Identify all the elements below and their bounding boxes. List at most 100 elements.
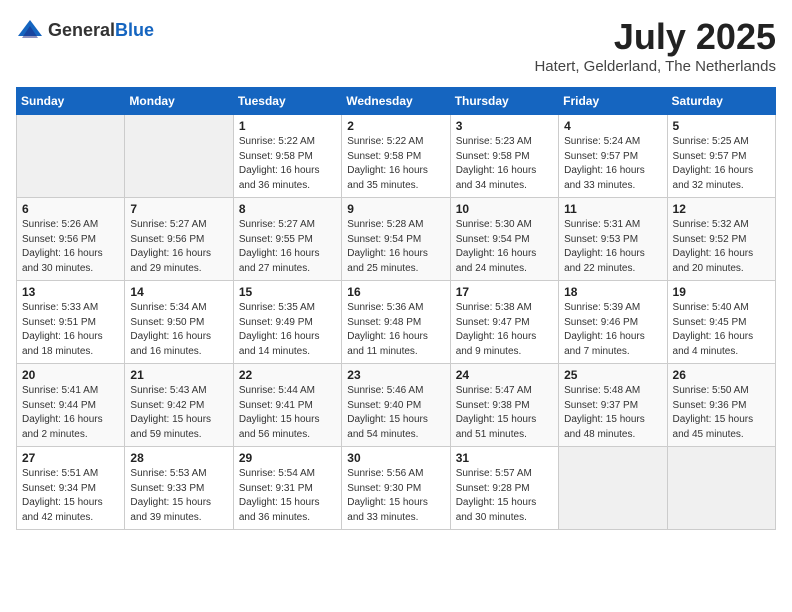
day-cell: 18 Sunrise: 5:39 AM Sunset: 9:46 PM Dayli… — [559, 281, 667, 364]
day-number: 19 — [673, 285, 770, 299]
day-number: 2 — [347, 119, 444, 133]
day-number: 11 — [564, 202, 661, 216]
day-cell: 2 Sunrise: 5:22 AM Sunset: 9:58 PM Daylig… — [342, 115, 450, 198]
day-number: 14 — [130, 285, 227, 299]
day-number: 30 — [347, 451, 444, 465]
day-cell: 6 Sunrise: 5:26 AM Sunset: 9:56 PM Daylig… — [17, 198, 125, 281]
day-cell: 19 Sunrise: 5:40 AM Sunset: 9:45 PM Dayli… — [667, 281, 775, 364]
weekday-thursday: Thursday — [450, 88, 558, 115]
day-detail: Sunrise: 5:24 AM Sunset: 9:57 PM Dayligh… — [564, 135, 661, 193]
day-number: 28 — [130, 451, 227, 465]
day-cell: 14 Sunrise: 5:34 AM Sunset: 9:50 PM Dayli… — [125, 281, 233, 364]
day-cell: 25 Sunrise: 5:48 AM Sunset: 9:37 PM Dayli… — [559, 364, 667, 447]
day-number: 3 — [456, 119, 553, 133]
title-block: July 2025 Hatert, Gelderland, The Nether… — [534, 16, 776, 75]
logo: GeneralBlue — [16, 16, 154, 44]
day-cell: 21Sunrise: 5:43 AM Sunset: 9:42 PM Dayli… — [125, 364, 233, 447]
month-title: July 2025 — [534, 16, 776, 58]
day-cell: 5 Sunrise: 5:25 AM Sunset: 9:57 PM Daylig… — [667, 115, 775, 198]
day-detail: Sunrise: 5:25 AM Sunset: 9:57 PM Dayligh… — [673, 135, 770, 193]
week-row-2: 6 Sunrise: 5:26 AM Sunset: 9:56 PM Daylig… — [17, 198, 776, 281]
day-cell: 8 Sunrise: 5:27 AM Sunset: 9:55 PM Daylig… — [233, 198, 341, 281]
day-cell: 10 Sunrise: 5:30 AM Sunset: 9:54 PM Dayli… — [450, 198, 558, 281]
day-cell: 28 Sunrise: 5:53 AM Sunset: 9:33 PM Dayli… — [125, 447, 233, 530]
page-header: GeneralBlue July 2025 Hatert, Gelderland… — [16, 16, 776, 75]
day-number: 8 — [239, 202, 336, 216]
day-cell — [17, 115, 125, 198]
day-detail: Sunrise: 5:30 AM Sunset: 9:54 PM Dayligh… — [456, 218, 553, 276]
day-detail: Sunrise: 5:44 AM Sunset: 9:41 PM Dayligh… — [239, 384, 336, 442]
day-cell: 27 Sunrise: 5:51 AM Sunset: 9:34 PM Dayli… — [17, 447, 125, 530]
day-cell: 20 Sunrise: 5:41 AM Sunset: 9:44 PM Dayli… — [17, 364, 125, 447]
day-cell: 12 Sunrise: 5:32 AM Sunset: 9:52 PM Dayli… — [667, 198, 775, 281]
day-number: 22 — [239, 368, 336, 382]
weekday-sunday: Sunday — [17, 88, 125, 115]
week-row-1: 1 Sunrise: 5:22 AM Sunset: 9:58 PM Daylig… — [17, 115, 776, 198]
weekday-friday: Friday — [559, 88, 667, 115]
day-detail: Sunrise: 5:28 AM Sunset: 9:54 PM Dayligh… — [347, 218, 444, 276]
day-detail: Sunrise: 5:39 AM Sunset: 9:46 PM Dayligh… — [564, 301, 661, 359]
day-cell — [667, 447, 775, 530]
day-detail: Sunrise: 5:53 AM Sunset: 9:33 PM Dayligh… — [130, 467, 227, 525]
week-row-3: 13Sunrise: 5:33 AM Sunset: 9:51 PM Dayli… — [17, 281, 776, 364]
day-detail: Sunrise: 5:23 AM Sunset: 9:58 PM Dayligh… — [456, 135, 553, 193]
day-detail: Sunrise: 5:38 AM Sunset: 9:47 PM Dayligh… — [456, 301, 553, 359]
day-detail: Sunrise: 5:57 AM Sunset: 9:28 PM Dayligh… — [456, 467, 553, 525]
day-cell: 7Sunrise: 5:27 AM Sunset: 9:56 PM Daylig… — [125, 198, 233, 281]
day-number: 5 — [673, 119, 770, 133]
day-detail: Sunrise: 5:27 AM Sunset: 9:55 PM Dayligh… — [239, 218, 336, 276]
day-number: 10 — [456, 202, 553, 216]
day-number: 4 — [564, 119, 661, 133]
day-cell: 13Sunrise: 5:33 AM Sunset: 9:51 PM Dayli… — [17, 281, 125, 364]
day-detail: Sunrise: 5:22 AM Sunset: 9:58 PM Dayligh… — [239, 135, 336, 193]
day-number: 12 — [673, 202, 770, 216]
day-number: 6 — [22, 202, 119, 216]
day-cell: 29Sunrise: 5:54 AM Sunset: 9:31 PM Dayli… — [233, 447, 341, 530]
day-cell: 3 Sunrise: 5:23 AM Sunset: 9:58 PM Daylig… — [450, 115, 558, 198]
day-detail: Sunrise: 5:48 AM Sunset: 9:37 PM Dayligh… — [564, 384, 661, 442]
day-number: 26 — [673, 368, 770, 382]
day-cell: 9Sunrise: 5:28 AM Sunset: 9:54 PM Daylig… — [342, 198, 450, 281]
day-detail: Sunrise: 5:50 AM Sunset: 9:36 PM Dayligh… — [673, 384, 770, 442]
day-detail: Sunrise: 5:47 AM Sunset: 9:38 PM Dayligh… — [456, 384, 553, 442]
day-number: 1 — [239, 119, 336, 133]
calendar-table: SundayMondayTuesdayWednesdayThursdayFrid… — [16, 87, 776, 530]
day-detail: Sunrise: 5:34 AM Sunset: 9:50 PM Dayligh… — [130, 301, 227, 359]
day-cell: 17 Sunrise: 5:38 AM Sunset: 9:47 PM Dayli… — [450, 281, 558, 364]
day-detail: Sunrise: 5:31 AM Sunset: 9:53 PM Dayligh… — [564, 218, 661, 276]
day-detail: Sunrise: 5:27 AM Sunset: 9:56 PM Dayligh… — [130, 218, 227, 276]
day-cell: 26 Sunrise: 5:50 AM Sunset: 9:36 PM Dayli… — [667, 364, 775, 447]
day-number: 18 — [564, 285, 661, 299]
logo-blue: Blue — [115, 20, 154, 40]
day-detail: Sunrise: 5:22 AM Sunset: 9:58 PM Dayligh… — [347, 135, 444, 193]
day-detail: Sunrise: 5:41 AM Sunset: 9:44 PM Dayligh… — [22, 384, 119, 442]
calendar-body: 1 Sunrise: 5:22 AM Sunset: 9:58 PM Daylig… — [17, 115, 776, 530]
day-number: 24 — [456, 368, 553, 382]
weekday-monday: Monday — [125, 88, 233, 115]
logo-text: GeneralBlue — [48, 20, 154, 41]
day-cell: 30 Sunrise: 5:56 AM Sunset: 9:30 PM Dayli… — [342, 447, 450, 530]
day-cell: 23Sunrise: 5:46 AM Sunset: 9:40 PM Dayli… — [342, 364, 450, 447]
day-number: 16 — [347, 285, 444, 299]
day-number: 23 — [347, 368, 444, 382]
day-number: 29 — [239, 451, 336, 465]
day-detail: Sunrise: 5:26 AM Sunset: 9:56 PM Dayligh… — [22, 218, 119, 276]
day-detail: Sunrise: 5:51 AM Sunset: 9:34 PM Dayligh… — [22, 467, 119, 525]
day-cell: 16 Sunrise: 5:36 AM Sunset: 9:48 PM Dayli… — [342, 281, 450, 364]
location-title: Hatert, Gelderland, The Netherlands — [534, 58, 776, 75]
day-detail: Sunrise: 5:32 AM Sunset: 9:52 PM Dayligh… — [673, 218, 770, 276]
day-detail: Sunrise: 5:36 AM Sunset: 9:48 PM Dayligh… — [347, 301, 444, 359]
day-number: 17 — [456, 285, 553, 299]
logo-general: General — [48, 20, 115, 40]
day-number: 15 — [239, 285, 336, 299]
day-cell: 24 Sunrise: 5:47 AM Sunset: 9:38 PM Dayli… — [450, 364, 558, 447]
day-number: 25 — [564, 368, 661, 382]
day-number: 27 — [22, 451, 119, 465]
weekday-wednesday: Wednesday — [342, 88, 450, 115]
day-number: 21 — [130, 368, 227, 382]
day-number: 20 — [22, 368, 119, 382]
day-detail: Sunrise: 5:40 AM Sunset: 9:45 PM Dayligh… — [673, 301, 770, 359]
day-cell: 1 Sunrise: 5:22 AM Sunset: 9:58 PM Daylig… — [233, 115, 341, 198]
day-cell — [125, 115, 233, 198]
day-detail: Sunrise: 5:56 AM Sunset: 9:30 PM Dayligh… — [347, 467, 444, 525]
